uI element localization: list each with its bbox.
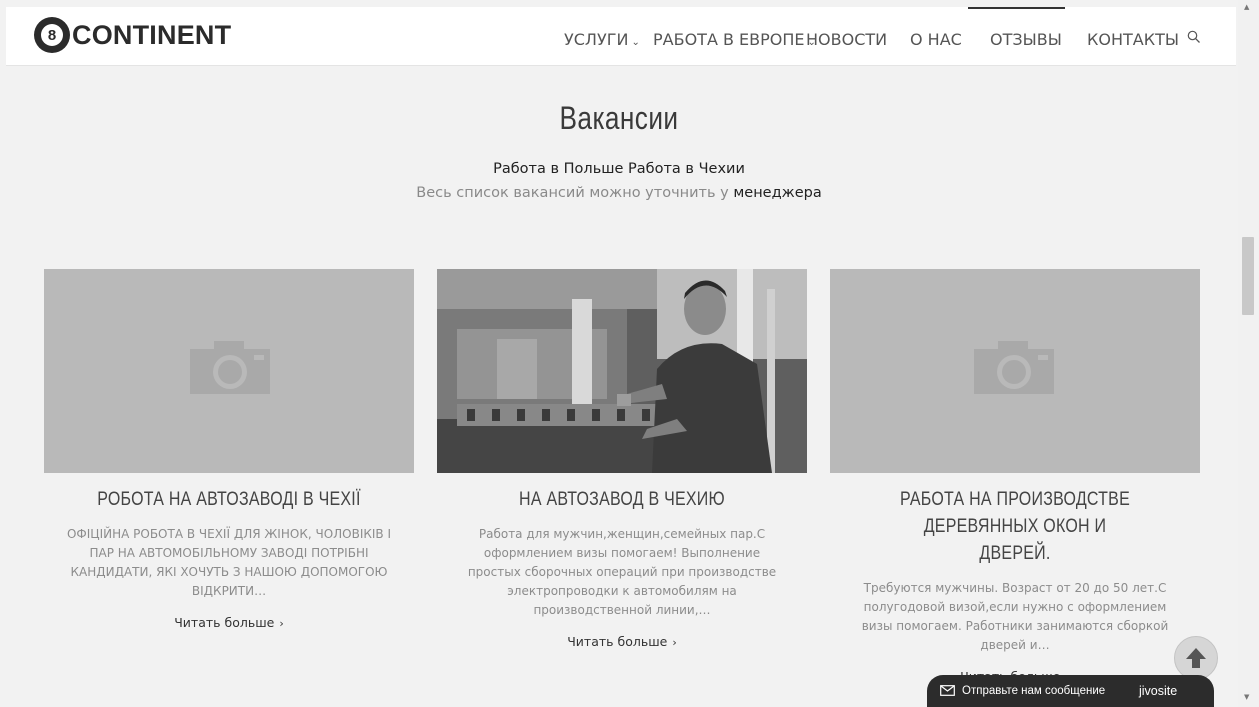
logo-text: CONTINENT [72, 19, 232, 50]
read-more-link[interactable]: Читать больше › [44, 615, 414, 630]
chat-widget[interactable]: Отправьте нам сообщение jivosite [927, 675, 1214, 707]
camera-placeholder-image[interactable] [44, 269, 414, 473]
vacancy-description: Работа для мужчин,женщин,семейных пар.С … [467, 527, 777, 617]
nav-item-label: КОНТАКТЫ [1087, 30, 1179, 49]
nav-item-news[interactable]: НОВОСТИ [806, 30, 887, 49]
country-links: Работа в Польше Работа в Чехии [0, 161, 1238, 177]
nav-item-contacts[interactable]: КОНТАКТЫ [1087, 30, 1179, 49]
arrow-up-icon [1186, 648, 1206, 668]
vacancy-description: ОФІЦІЙНА РОБОТА В ЧЕХІЇ ДЛЯ ЖІНОК, ЧОЛОВ… [66, 527, 392, 598]
link-work-in-czech[interactable]: Работа в Чехии [628, 161, 745, 177]
vacancy-card: НА АВТОЗАВОД В ЧЕХИЮ Работа для мужчин,ж… [437, 269, 807, 649]
nav-item-services[interactable]: УСЛУГИ ⌄ [564, 30, 640, 49]
vacancy-card: РОБОТА НА АВТОЗАВОДІ В ЧЕХІЇ ОФІЦІЙНА РО… [44, 269, 414, 630]
vacancy-title[interactable]: НА АВТОЗАВОД В ЧЕХИЮ [470, 486, 773, 513]
read-more-link[interactable]: Читать больше › [437, 634, 807, 649]
nav-item-label: УСЛУГИ [564, 30, 629, 49]
nav-item-label: НОВОСТИ [806, 30, 888, 49]
factory-worker-image [437, 269, 807, 473]
scrollbar-thumb[interactable] [1242, 237, 1254, 315]
factory-worker-photo[interactable] [437, 269, 807, 473]
site-logo[interactable]: 8 CONTINENT [34, 17, 231, 53]
nav-item-label: ОТЗЫВЫ [990, 30, 1062, 49]
search-icon[interactable] [1187, 29, 1203, 45]
nav-active-indicator [968, 7, 1065, 9]
camera-icon [974, 341, 1054, 394]
vacancy-card: РАБОТА НА ПРОИЗВОДСТВЕ ДЕРЕВЯННЫХ ОКОН И… [830, 269, 1200, 684]
read-more-label: Читать больше [567, 634, 668, 649]
link-work-in-poland[interactable]: Работа в Польше [493, 161, 623, 177]
nav-item-label: О НАС [910, 30, 962, 49]
manager-link[interactable]: менеджера [733, 185, 821, 201]
scroll-up-arrow-icon[interactable]: ▲ [1244, 3, 1249, 11]
logo-badge: 8 [34, 17, 70, 53]
scroll-to-top-button[interactable] [1174, 636, 1218, 680]
nav-item-work-in-europe[interactable]: РАБОТА В ЕВРОПЕ ⌄ [653, 30, 816, 49]
chat-brand: jivosite [1139, 684, 1178, 698]
page-scrollbar[interactable]: ▲ ▼ [1238, 0, 1259, 707]
chevron-right-icon: › [672, 636, 677, 649]
nav-item-about[interactable]: О НАС [910, 30, 962, 49]
chevron-down-icon: ⌄ [631, 37, 640, 48]
page-title: Вакансии [559, 100, 679, 136]
nav-item-label: РАБОТА В ЕВРОПЕ [653, 30, 805, 49]
chevron-right-icon: › [279, 617, 284, 630]
scroll-down-arrow-icon[interactable]: ▼ [1244, 693, 1249, 701]
nav-item-reviews[interactable]: ОТЗЫВЫ [990, 30, 1062, 49]
vacancy-title[interactable]: РАБОТА НА ПРОИЗВОДСТВЕ ДЕРЕВЯННЫХ ОКОН И… [892, 486, 1138, 567]
camera-placeholder-image[interactable] [830, 269, 1200, 473]
logo-number: 8 [41, 24, 63, 46]
vacancy-title[interactable]: РОБОТА НА АВТОЗАВОДІ В ЧЕХІЇ [77, 486, 380, 513]
vacancies-note: Весь список вакансий можно уточнить у ме… [0, 185, 1238, 201]
site-header: 8 CONTINENT УСЛУГИ ⌄ РАБОТА В ЕВРОПЕ ⌄ НОВ… [6, 7, 1236, 66]
camera-icon [190, 341, 270, 394]
envelope-icon [940, 685, 955, 696]
read-more-label: Читать больше [174, 615, 275, 630]
chat-label: Отправьте нам сообщение [962, 685, 1106, 697]
note-text: Весь список вакансий можно уточнить у [416, 185, 729, 201]
vacancy-description: Требуются мужчины. Возраст от 20 до 50 л… [861, 581, 1169, 652]
